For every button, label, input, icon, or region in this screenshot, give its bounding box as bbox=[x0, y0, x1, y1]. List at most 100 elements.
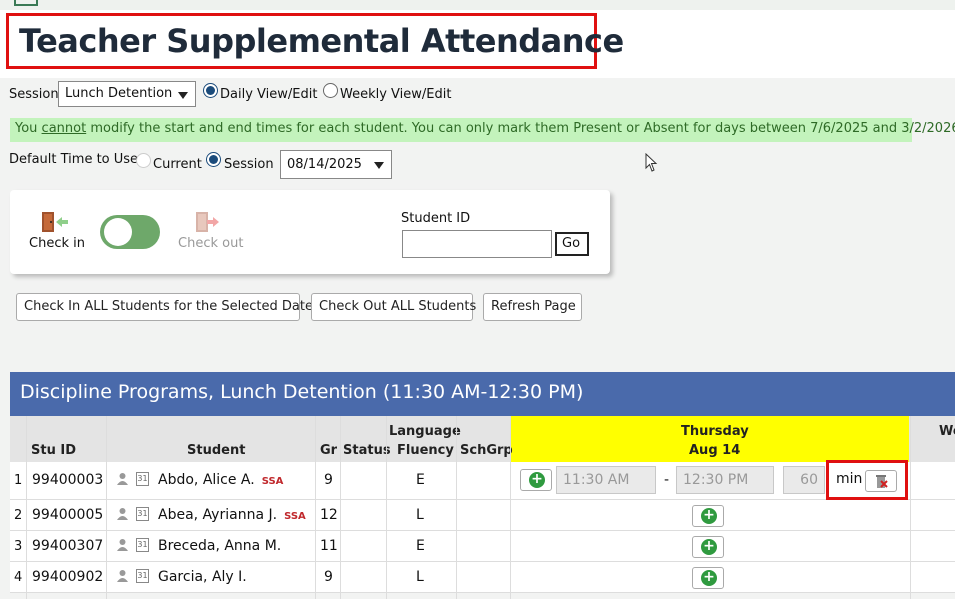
calendar-icon[interactable]: 31 bbox=[136, 472, 149, 486]
student-name: Garcia, Aly I. bbox=[158, 568, 247, 585]
grid-line bbox=[315, 416, 316, 599]
title-highlight-box: Teacher Supplemental Attendance bbox=[6, 13, 624, 69]
check-in-all-button[interactable]: Check In ALL Students for the Selected D… bbox=[16, 293, 313, 321]
weekly-view-radio[interactable] bbox=[323, 83, 338, 98]
date-select-value: 08/14/2025 bbox=[287, 157, 362, 172]
check-out-door-icon bbox=[196, 212, 219, 232]
date-select[interactable]: 08/14/2025 bbox=[280, 150, 392, 179]
table-row bbox=[10, 500, 955, 531]
language-fluency-cell: L bbox=[416, 506, 424, 523]
edit-restriction-notice: You cannot modify the start and end time… bbox=[10, 118, 955, 142]
chevron-down-icon bbox=[374, 162, 384, 169]
language-fluency-cell: L bbox=[416, 568, 424, 585]
delete-entry-button[interactable] bbox=[865, 470, 897, 492]
top-strip bbox=[0, 0, 955, 10]
app-logo-icon bbox=[14, 0, 38, 6]
grid-line bbox=[910, 416, 911, 599]
plus-icon: + bbox=[701, 507, 717, 524]
add-entry-button[interactable]: + bbox=[692, 566, 724, 589]
grid-line bbox=[386, 416, 387, 599]
plus-icon: + bbox=[529, 472, 545, 488]
ssa-badge: SSA bbox=[284, 510, 306, 522]
person-icon[interactable] bbox=[116, 472, 129, 486]
check-in-door-icon bbox=[42, 212, 68, 232]
person-icon[interactable] bbox=[116, 507, 129, 521]
grade-cell: 9 bbox=[324, 568, 333, 585]
student-id-cell: 99400307 bbox=[32, 537, 104, 554]
session-select[interactable]: Lunch Detention bbox=[58, 81, 196, 107]
grid-line bbox=[106, 416, 107, 599]
plus-icon: + bbox=[701, 538, 717, 555]
weekly-view-label: Weekly View/Edit bbox=[340, 87, 452, 102]
col-next-day-partial: We bbox=[939, 424, 955, 439]
person-icon[interactable] bbox=[116, 538, 129, 552]
toggle-knob bbox=[104, 218, 132, 246]
student-name: Abea, Ayrianna J. bbox=[158, 506, 278, 523]
col-schgrp: SchGrp bbox=[460, 443, 513, 458]
check-out-all-button[interactable]: Check Out ALL Students bbox=[311, 293, 476, 321]
student-id-cell: 99400005 bbox=[32, 506, 104, 523]
student-name-link[interactable]: Abdo, Alice A. SSA bbox=[158, 472, 283, 488]
col-grade: Gr bbox=[320, 443, 338, 458]
col-day-name: Thursday bbox=[681, 424, 749, 439]
language-fluency-cell: E bbox=[416, 472, 425, 488]
page-title: Teacher Supplemental Attendance bbox=[19, 22, 624, 60]
notice-emphasis: cannot bbox=[41, 121, 87, 136]
add-entry-button[interactable]: + bbox=[692, 504, 724, 527]
language-fluency-cell: E bbox=[416, 537, 425, 554]
notice-suffix: modify the start and end times for each … bbox=[86, 121, 955, 136]
grade-cell: 11 bbox=[320, 537, 338, 554]
session-time-radio[interactable] bbox=[206, 152, 221, 167]
refresh-page-button[interactable]: Refresh Page bbox=[483, 293, 582, 321]
grid-line bbox=[26, 416, 27, 599]
student-id-cell: 99400902 bbox=[32, 568, 104, 585]
go-button[interactable]: Go bbox=[555, 232, 589, 256]
mouse-cursor-icon bbox=[645, 153, 658, 172]
ssa-badge: SSA bbox=[261, 476, 284, 487]
time-range-dash: - bbox=[664, 472, 670, 488]
minutes-field[interactable]: 60 bbox=[783, 466, 825, 494]
student-id-cell: 99400003 bbox=[32, 472, 104, 488]
student-id-input[interactable] bbox=[402, 230, 552, 258]
col-student: Student bbox=[187, 443, 246, 458]
start-time-field[interactable]: 11:30 AM bbox=[556, 466, 656, 494]
check-in-label: Check in bbox=[29, 236, 85, 251]
table-heading: Discipline Programs, Lunch Detention (11… bbox=[10, 372, 955, 416]
calendar-icon[interactable]: 31 bbox=[136, 568, 149, 583]
student-name-link[interactable]: Breceda, Anna M. bbox=[158, 538, 281, 554]
daily-view-radio[interactable] bbox=[203, 83, 218, 98]
grade-cell: 12 bbox=[320, 506, 338, 523]
chevron-down-icon bbox=[178, 92, 188, 99]
daily-view-label: Daily View/Edit bbox=[220, 87, 318, 102]
session-time-label: Session bbox=[224, 157, 274, 172]
add-entry-button[interactable]: + bbox=[692, 535, 724, 558]
trash-icon bbox=[876, 475, 888, 488]
student-name-link[interactable]: Abea, Ayrianna J. SSA bbox=[158, 507, 306, 523]
end-time-field[interactable]: 12:30 PM bbox=[676, 466, 774, 494]
student-name-link[interactable]: Garcia, Aly I. bbox=[158, 569, 247, 585]
add-entry-button[interactable]: + bbox=[520, 469, 552, 491]
row-number: 4 bbox=[14, 569, 23, 585]
check-in-out-toggle[interactable] bbox=[100, 215, 160, 249]
current-time-label: Current bbox=[153, 157, 202, 172]
col-stu-id: Stu ID bbox=[31, 443, 76, 458]
check-out-label: Check out bbox=[178, 236, 244, 251]
session-select-value: Lunch Detention bbox=[65, 86, 173, 101]
calendar-icon[interactable]: 31 bbox=[136, 537, 149, 552]
student-name: Breceda, Anna M. bbox=[158, 537, 282, 554]
student-id-label: Student ID bbox=[401, 211, 471, 226]
col-status: Status bbox=[343, 443, 391, 458]
grid-line bbox=[456, 416, 457, 599]
session-label: Session: bbox=[9, 87, 63, 102]
col-language-line2: Fluency bbox=[397, 443, 454, 458]
plus-icon: + bbox=[701, 569, 717, 586]
col-language-line1: Language bbox=[389, 424, 461, 439]
current-time-radio[interactable] bbox=[136, 153, 151, 168]
row-number: 3 bbox=[14, 538, 23, 554]
row-number: 2 bbox=[14, 507, 23, 523]
notice-prefix: You bbox=[15, 121, 42, 136]
minutes-unit: min bbox=[836, 471, 863, 487]
calendar-icon[interactable]: 31 bbox=[136, 506, 149, 521]
default-time-label: Default Time to Use: bbox=[9, 152, 143, 167]
person-icon[interactable] bbox=[116, 569, 129, 583]
